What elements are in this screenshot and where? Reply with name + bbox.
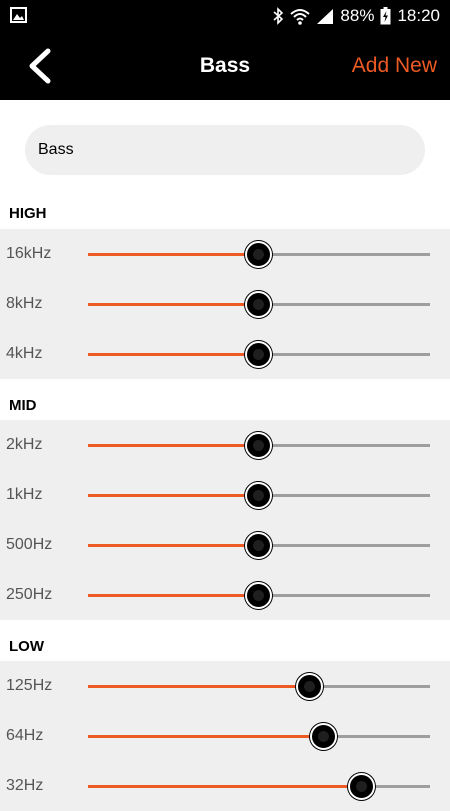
slider-thumb[interactable]: [245, 341, 272, 368]
app-header: Bass Add New: [0, 32, 450, 100]
slider-fill: [88, 735, 324, 738]
slider-fill: [88, 544, 259, 547]
band-slider[interactable]: [88, 291, 430, 318]
band-label: 64Hz: [6, 727, 44, 744]
band-row: 16kHz: [0, 229, 450, 279]
slider-fill: [88, 594, 259, 597]
band-row: 32Hz: [0, 761, 450, 811]
band-slider[interactable]: [88, 723, 430, 750]
slider-thumb[interactable]: [309, 723, 337, 750]
band-slider[interactable]: [88, 482, 430, 509]
slider-fill: [88, 303, 259, 306]
section-title-1: MID: [9, 397, 37, 414]
band-slider[interactable]: [88, 241, 430, 268]
slider-thumb[interactable]: [245, 241, 272, 268]
band-row: 500Hz: [0, 520, 450, 570]
add-new-button[interactable]: Add New: [352, 32, 437, 100]
band-label: 2kHz: [6, 436, 43, 453]
band-slider[interactable]: [88, 432, 430, 459]
slider-fill: [88, 353, 259, 356]
band-row: 4kHz: [0, 329, 450, 379]
signal-icon: [316, 8, 334, 25]
band-row: 64Hz: [0, 711, 450, 761]
slider-fill: [88, 785, 362, 788]
slider-thumb[interactable]: [245, 291, 272, 318]
status-bar: 88% 18:20: [0, 0, 450, 32]
slider-fill: [88, 685, 311, 688]
preset-name-input[interactable]: [25, 125, 425, 175]
band-label: 16kHz: [6, 245, 52, 262]
slider-thumb[interactable]: [245, 532, 272, 559]
band-label: 8kHz: [6, 295, 43, 312]
slider-fill: [88, 494, 259, 497]
band-row: 1kHz: [0, 470, 450, 520]
battery-level: 88%: [340, 6, 375, 25]
band-label: 125Hz: [6, 677, 53, 694]
image-icon: [10, 7, 27, 23]
band-slider[interactable]: [88, 341, 430, 368]
bluetooth-icon: [272, 7, 284, 25]
band-label: 250Hz: [6, 586, 53, 603]
back-button[interactable]: [16, 43, 62, 89]
slider-thumb[interactable]: [347, 773, 375, 800]
band-row: 2kHz: [0, 420, 450, 470]
band-slider[interactable]: [88, 673, 430, 700]
band-group-2: 125Hz 64Hz 32Hz: [0, 661, 450, 811]
band-label: 1kHz: [6, 486, 43, 503]
section-title-2: LOW: [9, 638, 44, 655]
slider-fill: [88, 444, 259, 447]
clock: 18:20: [397, 6, 440, 25]
band-label: 500Hz: [6, 536, 53, 553]
battery-icon: [380, 7, 391, 25]
chevron-left-icon: [29, 48, 51, 84]
slider-thumb[interactable]: [245, 582, 272, 609]
band-group-1: 2kHz 1kHz 500Hz 250Hz: [0, 420, 450, 620]
section-title-0: HIGH: [9, 205, 47, 222]
band-slider[interactable]: [88, 582, 430, 609]
slider-fill: [88, 253, 259, 256]
slider-thumb[interactable]: [296, 673, 324, 700]
band-label: 32Hz: [6, 777, 44, 794]
band-group-0: 16kHz 8kHz 4kHz: [0, 229, 450, 379]
band-slider[interactable]: [88, 773, 430, 800]
slider-thumb[interactable]: [245, 482, 272, 509]
band-row: 125Hz: [0, 661, 450, 711]
band-row: 250Hz: [0, 570, 450, 620]
band-label: 4kHz: [6, 345, 43, 362]
band-row: 8kHz: [0, 279, 450, 329]
wifi-icon: [290, 8, 311, 25]
band-slider[interactable]: [88, 532, 430, 559]
slider-thumb[interactable]: [245, 432, 272, 459]
